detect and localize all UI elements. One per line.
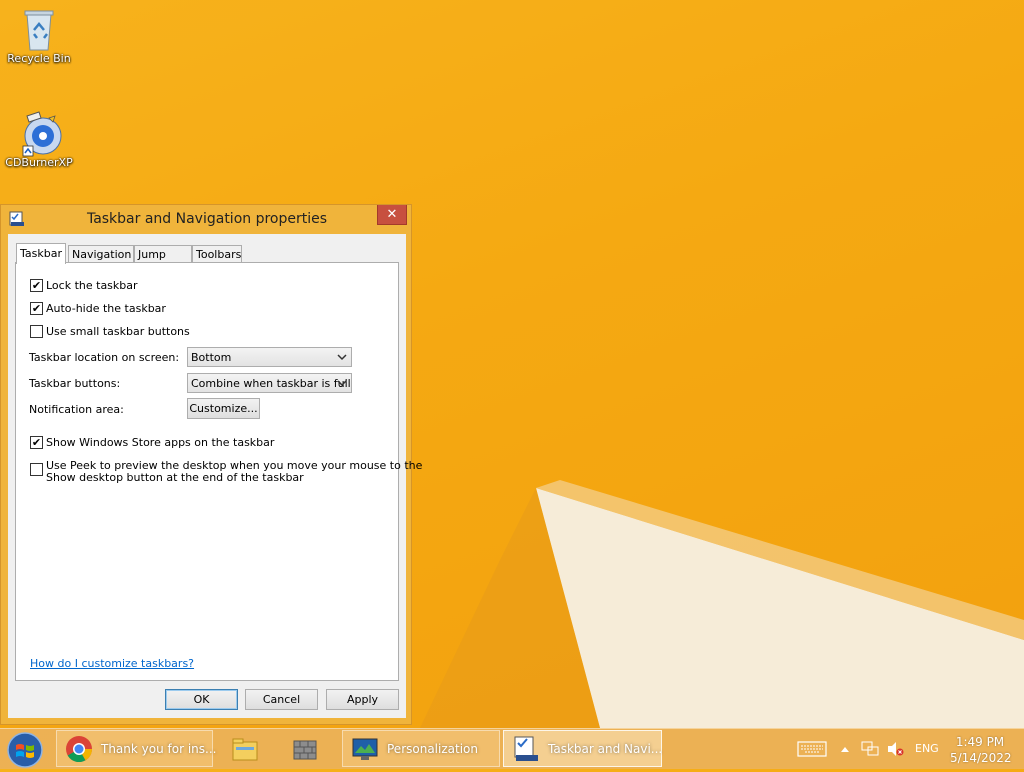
taskbar-properties-icon — [514, 736, 538, 761]
taskbar-buttons-label: Taskbar buttons: — [29, 377, 121, 390]
start-button[interactable] — [5, 731, 45, 769]
tab-navigation[interactable]: Navigation — [68, 245, 134, 263]
apply-button[interactable]: Apply — [326, 689, 399, 710]
taskbar-item-taskbar-properties[interactable]: Taskbar and Navi... — [503, 730, 662, 767]
file-explorer-icon — [232, 738, 258, 761]
firewall-icon — [293, 740, 317, 760]
taskbar-item-personalization[interactable]: Personalization — [342, 730, 500, 767]
tab-taskbar[interactable]: Taskbar — [16, 243, 66, 264]
dialog-client-area: Taskbar Navigation Jump Lists Toolbars ✔… — [8, 234, 422, 718]
cdburner-icon — [19, 110, 62, 157]
tab-label: Navigation — [72, 248, 132, 261]
cancel-button[interactable]: Cancel — [245, 689, 318, 710]
recycle-bin-icon — [19, 6, 59, 51]
tab-toolbars[interactable]: Toolbars — [192, 245, 242, 263]
volume-muted-icon[interactable] — [886, 741, 904, 757]
notification-area-label: Notification area: — [29, 403, 124, 416]
location-label: Taskbar location on screen: — [29, 351, 180, 364]
network-icon[interactable] — [861, 741, 879, 757]
peek-label-line2: Show desktop button at the end of the ta… — [46, 471, 304, 484]
small-buttons-checkbox[interactable] — [30, 325, 43, 338]
dialog-title: Taskbar and Navigation properties — [86, 211, 328, 227]
close-icon: ✕ — [386, 207, 398, 222]
chevron-down-icon — [337, 354, 347, 361]
store-apps-checkbox[interactable]: ✔ — [30, 436, 43, 449]
tab-jump-lists[interactable]: Jump Lists — [134, 245, 192, 278]
lock-taskbar-checkbox[interactable]: ✔ — [30, 279, 43, 292]
chevron-down-icon — [337, 380, 347, 387]
personalization-icon — [352, 738, 378, 760]
peek-checkbox[interactable] — [30, 463, 43, 476]
taskbar-tab-panel: ✔ Lock the taskbar ✔ Auto-hide the taskb… — [15, 262, 422, 681]
clock-time: 1:49 PM — [955, 735, 1005, 749]
autohide-taskbar-checkbox[interactable]: ✔ — [30, 302, 43, 315]
chevron-up-icon[interactable] — [840, 745, 850, 753]
taskbar: Thank you for ins... Personalization Tas… — [0, 728, 1024, 769]
chrome-icon — [66, 736, 93, 763]
dialog-titlebar[interactable]: Taskbar and Navigation properties ✕ — [1, 205, 411, 233]
taskbar-item-label: Personalization — [387, 742, 478, 756]
taskbar-buttons-value: Combine when taskbar is full — [191, 377, 351, 390]
autohide-taskbar-label: Auto-hide the taskbar — [46, 302, 166, 315]
help-link[interactable]: How do I customize taskbars? — [30, 657, 194, 670]
location-dropdown[interactable]: Bottom — [187, 347, 352, 367]
small-buttons-label: Use small taskbar buttons — [46, 325, 190, 338]
customize-button[interactable]: Customize... — [187, 398, 260, 419]
taskbar-item-file-explorer[interactable] — [222, 730, 272, 767]
windows-logo-icon — [7, 732, 43, 768]
language-indicator[interactable]: ENG — [915, 742, 939, 755]
ok-button[interactable]: OK — [165, 689, 238, 710]
location-value: Bottom — [191, 351, 232, 364]
taskbar-item-label: Taskbar and Navi... — [548, 742, 663, 756]
tab-label: Taskbar — [20, 247, 62, 260]
desktop-icon-recycle-bin[interactable]: Recycle Bin — [1, 6, 77, 65]
taskbar-item-chrome[interactable]: Thank you for ins... — [56, 730, 217, 767]
store-apps-label: Show Windows Store apps on the taskbar — [46, 436, 275, 449]
clock-date: 5/14/2022 — [950, 751, 1012, 765]
touch-keyboard-icon[interactable] — [797, 741, 827, 757]
taskbar-properties-dialog: Taskbar and Navigation properties ✕ Task… — [0, 204, 422, 725]
system-clock[interactable]: 1:49 PM 5/14/2022 — [950, 734, 1012, 766]
taskbar-item-label: Thank you for ins... — [101, 742, 217, 756]
tab-label: Toolbars — [196, 248, 242, 261]
desktop-icon-label: Recycle Bin — [7, 52, 71, 65]
desktop-icon-cdburnerxp[interactable]: CDBurnerXP — [1, 110, 77, 169]
lock-taskbar-label: Lock the taskbar — [46, 279, 138, 292]
taskbar-buttons-dropdown[interactable]: Combine when taskbar is full — [187, 373, 352, 393]
close-button[interactable]: ✕ — [377, 205, 407, 225]
taskbar-item-firewall[interactable] — [282, 730, 332, 767]
